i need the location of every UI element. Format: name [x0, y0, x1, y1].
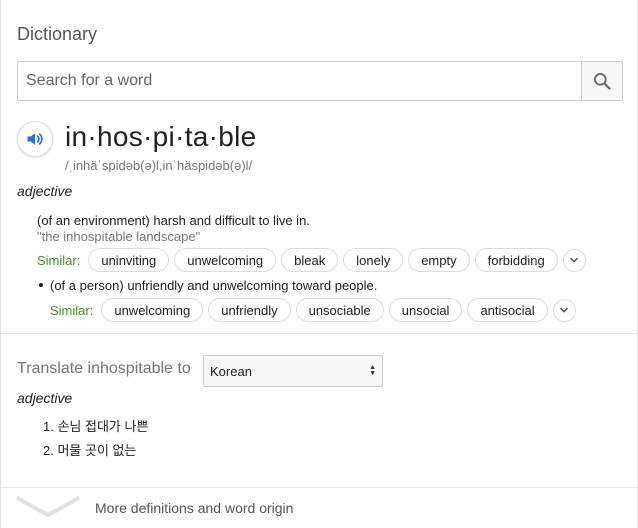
select-arrows-icon: ▲ ▼: [369, 364, 376, 377]
similar-word-chip[interactable]: unsocial: [388, 298, 463, 322]
more-definitions-link[interactable]: More definitions and word origin: [95, 500, 293, 516]
similar-word-chip[interactable]: unwelcoming: [101, 298, 204, 322]
translation-list: 1. 손님 접대가 나쁜 2. 머물 곳이 없는: [43, 416, 148, 464]
speaker-icon: [27, 133, 43, 145]
translation-item: 1. 손님 접대가 나쁜: [43, 419, 149, 434]
translation-item: 2. 머물 곳이 없는: [43, 443, 137, 458]
similar-word-chip[interactable]: unsociable: [295, 298, 384, 322]
similar-word-chip[interactable]: bleak: [281, 248, 339, 272]
expand-similar-button[interactable]: [562, 248, 586, 272]
translate-label: Translate inhospitable to: [17, 360, 191, 377]
definition-2: (of a person) unfriendly and unwelcoming…: [50, 278, 378, 293]
chevron-down-icon: [570, 257, 579, 263]
footer-divider: [1, 487, 638, 488]
translate-part-of-speech: adjective: [17, 390, 73, 406]
similar-row-2: Similar: unwelcoming unfriendly unsociab…: [50, 298, 576, 322]
similar-word-chip[interactable]: forbidding: [474, 248, 558, 272]
search-input[interactable]: [18, 62, 581, 100]
bullet-dot: [39, 283, 43, 287]
similar-word-chip[interactable]: lonely: [343, 248, 404, 272]
example-1: "the inhospitable landscape": [37, 229, 201, 244]
similar-word-chip[interactable]: empty: [408, 248, 470, 272]
definition-1: (of an environment) harsh and difficult …: [37, 213, 310, 228]
section-divider: [1, 333, 638, 334]
search-box: [17, 61, 623, 101]
similar-word-chip[interactable]: antisocial: [467, 298, 548, 322]
language-select[interactable]: Korean ▲ ▼: [203, 355, 383, 387]
language-select-value: Korean: [210, 363, 252, 379]
search-icon: [594, 73, 611, 90]
similar-word-chip[interactable]: unwelcoming: [174, 248, 277, 272]
dictionary-card: Dictionary in·hos·pi·ta·ble /ˌinhäˈspidə…: [0, 0, 638, 528]
headword: in·hos·pi·ta·ble: [65, 121, 257, 152]
chevron-down-icon: [560, 307, 569, 313]
similar-label: Similar:: [50, 302, 94, 318]
similar-label: Similar:: [37, 252, 81, 268]
similar-row-1: Similar: uninviting unwelcoming bleak lo…: [37, 248, 586, 272]
expand-similar-button[interactable]: [552, 298, 576, 322]
search-button[interactable]: [581, 62, 622, 100]
similar-word-chip[interactable]: unfriendly: [208, 298, 291, 322]
part-of-speech: adjective: [17, 183, 73, 199]
pronunciation-button[interactable]: [17, 121, 53, 157]
phonetic-transcription: /ˌinhäˈspidəb(ə)l,inˈhäspidəb(ə)l/: [65, 158, 253, 173]
chevron-down-icon[interactable]: [15, 495, 81, 519]
similar-word-chip[interactable]: uninviting: [88, 248, 170, 272]
panel-title: Dictionary: [17, 24, 98, 44]
